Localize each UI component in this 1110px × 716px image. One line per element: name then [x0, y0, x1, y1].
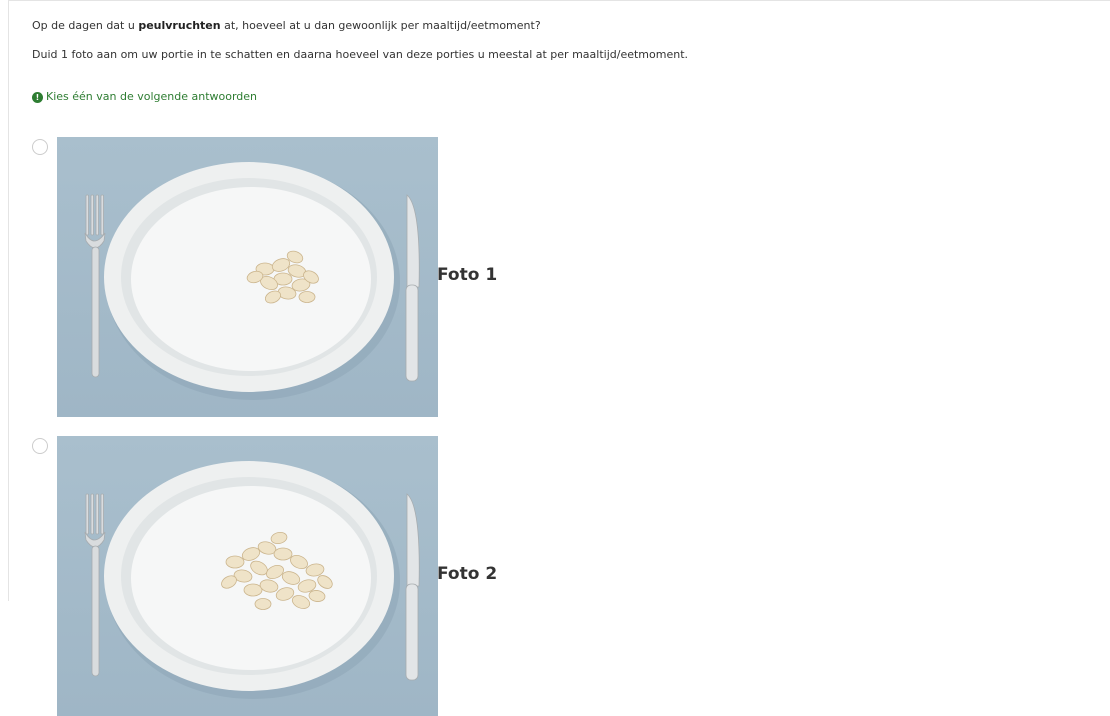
question-text: Op de dagen dat u peulvruchten at, hoeve… — [32, 18, 541, 34]
plate-illustration-1 — [84, 162, 420, 400]
radio-button-2[interactable] — [32, 438, 48, 454]
answer-tip: ! Kies één van de volgende antwoorden — [32, 89, 257, 105]
answer-option-1[interactable]: Foto 1 — [32, 137, 532, 421]
portion-photo-1[interactable] — [57, 137, 438, 417]
question-keyword: peulvruchten — [138, 19, 221, 32]
info-icon: ! — [32, 91, 43, 103]
question-suffix: at, hoeveel at u dan gewoonlijk per maal… — [220, 19, 541, 32]
plate-illustration-2 — [84, 461, 420, 699]
answer-tip-label: Kies één van de volgende antwoorden — [46, 90, 258, 103]
portion-photo-2[interactable] — [57, 436, 438, 716]
help-text: Duid 1 foto aan om uw portie in te schat… — [32, 48, 689, 61]
question-prefix: Op de dagen dat u — [32, 19, 139, 32]
option-caption-1: Foto 1 — [437, 265, 498, 285]
survey-panel: Op de dagen dat u peulvruchten at, hoeve… — [8, 0, 1110, 716]
answer-option-2[interactable]: Foto 2 — [32, 436, 532, 716]
radio-button-1[interactable] — [32, 139, 48, 155]
option-caption-2: Foto 2 — [437, 564, 498, 584]
